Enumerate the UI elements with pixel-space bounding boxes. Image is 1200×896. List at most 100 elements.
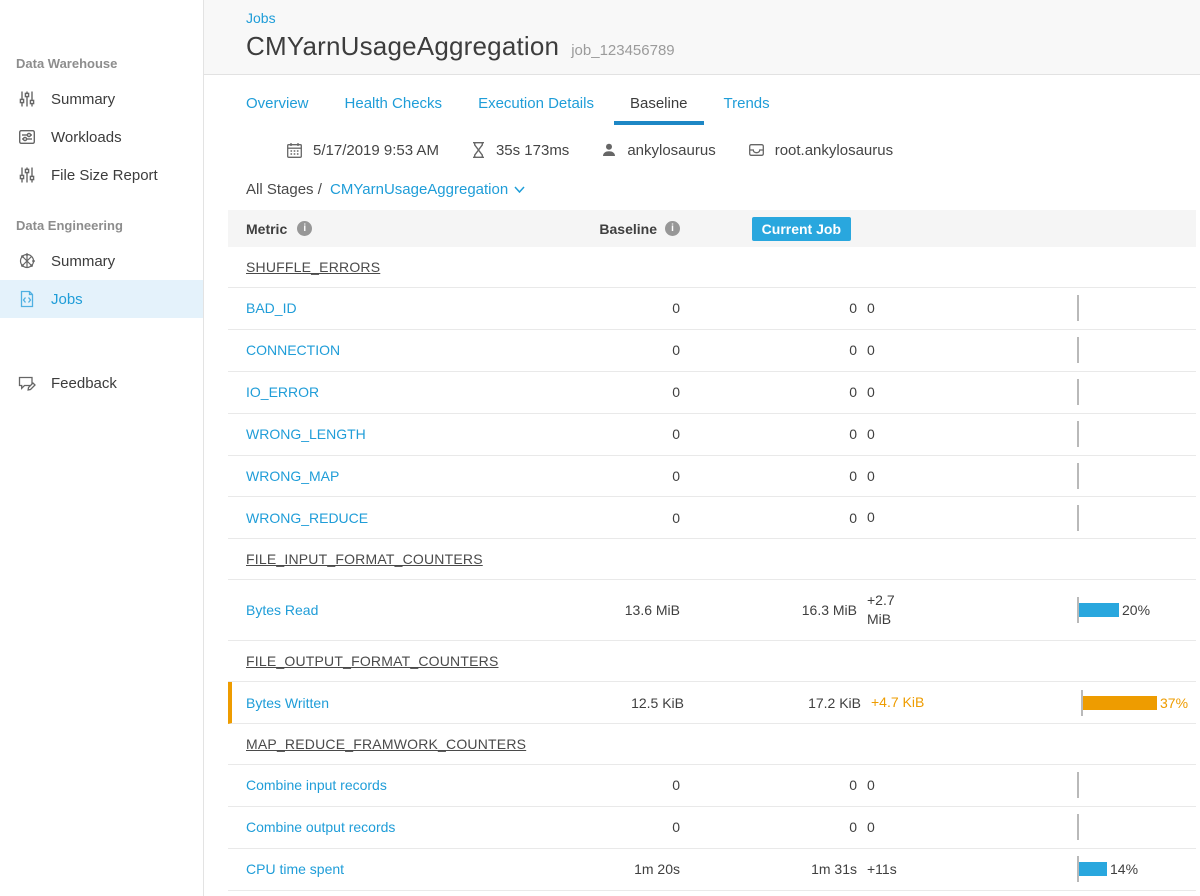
- change-bar: 20%: [1077, 580, 1192, 640]
- baseline-value: 0: [560, 384, 680, 400]
- delta-value: +11s: [857, 849, 1077, 890]
- stage-selected-label: CMYarnUsageAggregation: [330, 181, 508, 198]
- sliders-icon: [16, 90, 38, 108]
- meta-item: ankylosaurus: [601, 142, 715, 159]
- meta-item: 5/17/2019 9:53 AM: [286, 142, 439, 159]
- current-value: 0: [680, 342, 857, 358]
- change-bar: [1077, 372, 1192, 413]
- baseline-value: 12.5 KiB: [564, 695, 684, 711]
- hourglass-icon: [471, 141, 486, 159]
- sidebar-item-file-size-report[interactable]: File Size Report: [0, 156, 203, 194]
- breadcrumb[interactable]: Jobs: [246, 10, 276, 26]
- cluster-icon: [16, 252, 38, 270]
- feedback-icon: [16, 374, 38, 392]
- info-icon[interactable]: i: [297, 221, 312, 236]
- change-bar: 37%: [1081, 682, 1196, 723]
- metric-link[interactable]: IO_ERROR: [246, 384, 319, 400]
- metric-cell: Bytes Read: [228, 602, 560, 618]
- delta-value: 0: [857, 288, 1077, 329]
- table-row: WRONG_LENGTH 0 0 0: [228, 414, 1196, 456]
- sidebar-item-label: Feedback: [51, 375, 117, 392]
- page-title: CMYarnUsageAggregation: [246, 31, 559, 62]
- metric-link[interactable]: BAD_ID: [246, 300, 297, 316]
- current-value: 0: [680, 777, 857, 793]
- bar-zero-tick: [1077, 421, 1079, 447]
- change-bar: [1077, 807, 1192, 848]
- change-bar: 14%: [1077, 849, 1192, 890]
- current-value: 0: [680, 819, 857, 835]
- baseline-value: 1m 20s: [560, 861, 680, 877]
- sidebar-item-summary[interactable]: Summary: [0, 242, 203, 280]
- sidebar-item-feedback[interactable]: Feedback: [0, 364, 203, 402]
- meta-value: root.ankylosaurus: [775, 142, 893, 159]
- tab-trends[interactable]: Trends: [708, 95, 786, 125]
- table-body: SHUFFLE_ERRORS BAD_ID 0 0 0 CONNECTION 0…: [228, 247, 1196, 891]
- sidebar: Data Warehouse Summary Workloads File Si…: [0, 0, 204, 896]
- table-row: WRONG_REDUCE 0 0 0: [228, 497, 1196, 539]
- metric-cell: WRONG_LENGTH: [228, 426, 560, 442]
- metric-link[interactable]: Combine output records: [246, 819, 395, 835]
- calendar-icon: [286, 142, 303, 159]
- metric-link[interactable]: WRONG_LENGTH: [246, 426, 366, 442]
- delta-value: 0: [857, 497, 1077, 538]
- metric-cell: Bytes Written: [232, 695, 564, 711]
- counter-group-label: SHUFFLE_ERRORS: [228, 259, 1196, 275]
- page-header: Jobs CMYarnUsageAggregation job_12345678…: [204, 0, 1200, 75]
- current-value: 16.3 MiB: [680, 602, 857, 618]
- sidebar-item-jobs[interactable]: Jobs: [0, 280, 203, 318]
- table-row: CPU time spent 1m 20s 1m 31s +11s 14%: [228, 849, 1196, 891]
- metric-link[interactable]: Bytes Read: [246, 602, 318, 618]
- main-content: Jobs CMYarnUsageAggregation job_12345678…: [204, 0, 1200, 896]
- current-value: 17.2 KiB: [684, 695, 861, 711]
- current-value: 0: [680, 468, 857, 484]
- current-job-column-header-cell: Current Job: [680, 217, 857, 241]
- baseline-value: 13.6 MiB: [560, 602, 680, 618]
- table-row: Combine input records 0 0 0: [228, 765, 1196, 807]
- tab-health-checks[interactable]: Health Checks: [329, 95, 459, 125]
- user-icon: [601, 142, 617, 158]
- change-bar: [1077, 765, 1192, 806]
- tab-execution-details[interactable]: Execution Details: [462, 95, 610, 125]
- meta-value: 5/17/2019 9:53 AM: [313, 142, 439, 159]
- bar-zero-tick: [1077, 337, 1079, 363]
- metric-column-header-cell: Metric i: [228, 221, 560, 237]
- sidebar-section-label: Data Warehouse: [0, 46, 203, 80]
- counter-group-label: FILE_OUTPUT_FORMAT_COUNTERS: [228, 653, 1196, 669]
- change-bar: [1077, 330, 1192, 371]
- baseline-table: Metric i Baseline i Current Job SHUFFLE_…: [228, 210, 1196, 891]
- metric-cell: Combine input records: [228, 777, 560, 793]
- metric-link[interactable]: WRONG_REDUCE: [246, 510, 368, 526]
- bar-zero-tick: [1077, 463, 1079, 489]
- tab-overview[interactable]: Overview: [230, 95, 325, 125]
- baseline-value: 0: [560, 300, 680, 316]
- stage-dropdown[interactable]: CMYarnUsageAggregation: [330, 181, 525, 198]
- delta-value: 0: [857, 372, 1077, 413]
- table-group-row: MAP_REDUCE_FRAMWORK_COUNTERS: [228, 724, 1196, 765]
- sidebar-item-workloads[interactable]: Workloads: [0, 118, 203, 156]
- metric-link[interactable]: Bytes Written: [246, 695, 329, 711]
- current-value: 0: [680, 300, 857, 316]
- delta-value: 0: [857, 330, 1077, 371]
- tab-baseline[interactable]: Baseline: [614, 95, 704, 125]
- metric-link[interactable]: WRONG_MAP: [246, 468, 339, 484]
- app-window: Data Warehouse Summary Workloads File Si…: [0, 0, 1200, 896]
- metric-link[interactable]: CPU time spent: [246, 861, 344, 877]
- table-header-row: Metric i Baseline i Current Job: [228, 210, 1196, 247]
- baseline-value: 0: [560, 342, 680, 358]
- current-value: 0: [680, 426, 857, 442]
- bar-zero-tick: [1077, 379, 1079, 405]
- info-icon[interactable]: i: [665, 221, 680, 236]
- table-row: Bytes Written 12.5 KiB 17.2 KiB +4.7 KiB…: [228, 682, 1196, 724]
- sidebar-item-summary[interactable]: Summary: [0, 80, 203, 118]
- sidebar-item-label: Workloads: [51, 129, 122, 146]
- chevron-down-icon: [514, 186, 525, 193]
- meta-value: ankylosaurus: [627, 142, 715, 159]
- change-bar: [1077, 456, 1192, 497]
- sidebar-item-label: File Size Report: [51, 167, 158, 184]
- metric-link[interactable]: Combine input records: [246, 777, 387, 793]
- table-row: CONNECTION 0 0 0: [228, 330, 1196, 372]
- current-job-chip[interactable]: Current Job: [752, 217, 851, 241]
- delta-value: +4.7 KiB: [861, 682, 1081, 723]
- bar-percent-label: 20%: [1122, 602, 1150, 618]
- metric-link[interactable]: CONNECTION: [246, 342, 340, 358]
